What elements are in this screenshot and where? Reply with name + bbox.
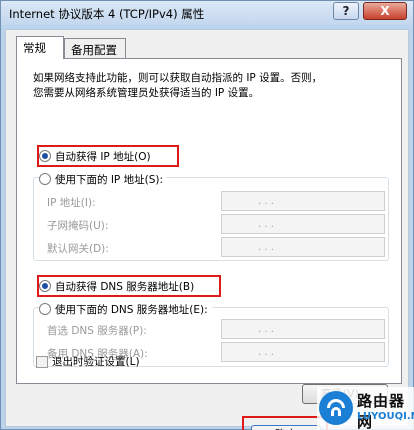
manual-dns-label: 使用下面的 DNS 服务器地址(E): [55, 303, 208, 316]
dialog-body: 常规 备用配置 如果网络支持此功能，则可以获取自动指派的 IP 设置。否则， 您… [5, 29, 409, 430]
radio-unselected[interactable] [39, 173, 51, 185]
radio-selected[interactable] [39, 150, 51, 162]
preferred-dns-label: 首选 DNS 服务器(P): [47, 325, 147, 337]
window-title: Internet 协议版本 4 (TCP/IPv4) 属性 [9, 7, 205, 21]
subnet-mask-label: 子网掩码(U): [47, 220, 109, 232]
wifi-logo-icon [319, 391, 353, 425]
manual-dns-radio[interactable]: 使用下面的 DNS 服务器地址(E): [39, 301, 212, 317]
manual-ip-label: 使用下面的 IP 地址(S): [55, 173, 163, 186]
auto-ip-label: 自动获得 IP 地址(O) [55, 150, 151, 163]
auto-ip-radio[interactable]: 自动获得 IP 地址(O) [39, 148, 151, 164]
preferred-dns-field[interactable]: . . . [221, 319, 385, 339]
subnet-mask-field[interactable]: . . . [221, 214, 385, 234]
description-line: 您需要从网络系统管理员处获得适当的 IP 设置。 [33, 87, 260, 99]
ip-dots: . . . [258, 347, 274, 358]
alternate-dns-field[interactable]: . . . [221, 342, 385, 362]
watermark-title: 路由器网 [357, 392, 406, 430]
radio-unselected[interactable] [39, 303, 51, 315]
default-gateway-label: 默认网关(D): [47, 243, 109, 255]
description-text: 如果网络支持此功能，则可以获取自动指派的 IP 设置。否则， 您需要从网络系统管… [33, 71, 393, 101]
auto-dns-radio[interactable]: 自动获得 DNS 服务器地址(B) [39, 278, 194, 294]
ip-dots: . . . [258, 242, 274, 253]
checkbox-box[interactable] [36, 355, 48, 368]
auto-dns-label: 自动获得 DNS 服务器地址(B) [55, 280, 195, 293]
general-panel: 如果网络支持此功能，则可以获取自动指派的 IP 设置。否则， 您需要从网络系统管… [16, 58, 402, 384]
tab-alternate-config[interactable]: 备用配置 [64, 38, 126, 59]
ip-dots: . . . [258, 324, 274, 335]
watermark: 路由器网 LUYOUQI.NET [317, 387, 414, 430]
description-line: 如果网络支持此功能，则可以获取自动指派的 IP 设置。否则， [33, 72, 323, 84]
title-bar: Internet 协议版本 4 (TCP/IPv4) 属性 ? X [1, 1, 413, 25]
help-button[interactable]: ? [333, 2, 359, 20]
validate-on-exit-label: 退出时验证设置(L) [52, 356, 140, 368]
radio-selected[interactable] [39, 280, 51, 292]
dialog-window: Internet 协议版本 4 (TCP/IPv4) 属性 ? X 常规 备用配… [0, 0, 414, 430]
close-button[interactable]: X [363, 2, 407, 20]
manual-ip-radio[interactable]: 使用下面的 IP 地址(S): [39, 171, 167, 187]
validate-on-exit-checkbox[interactable]: 退出时验证设置(L) [36, 354, 140, 369]
default-gateway-field[interactable]: . . . [221, 237, 385, 257]
ip-address-label: IP 地址(I): [47, 197, 96, 209]
tab-general[interactable]: 常规 [16, 36, 64, 59]
watermark-domain: LUYOUQI.NET [357, 411, 414, 422]
ok-button[interactable]: 确定 [251, 425, 321, 430]
ip-address-field[interactable]: . . . [221, 191, 385, 211]
ip-dots: . . . [258, 196, 274, 207]
ip-dots: . . . [258, 219, 274, 230]
